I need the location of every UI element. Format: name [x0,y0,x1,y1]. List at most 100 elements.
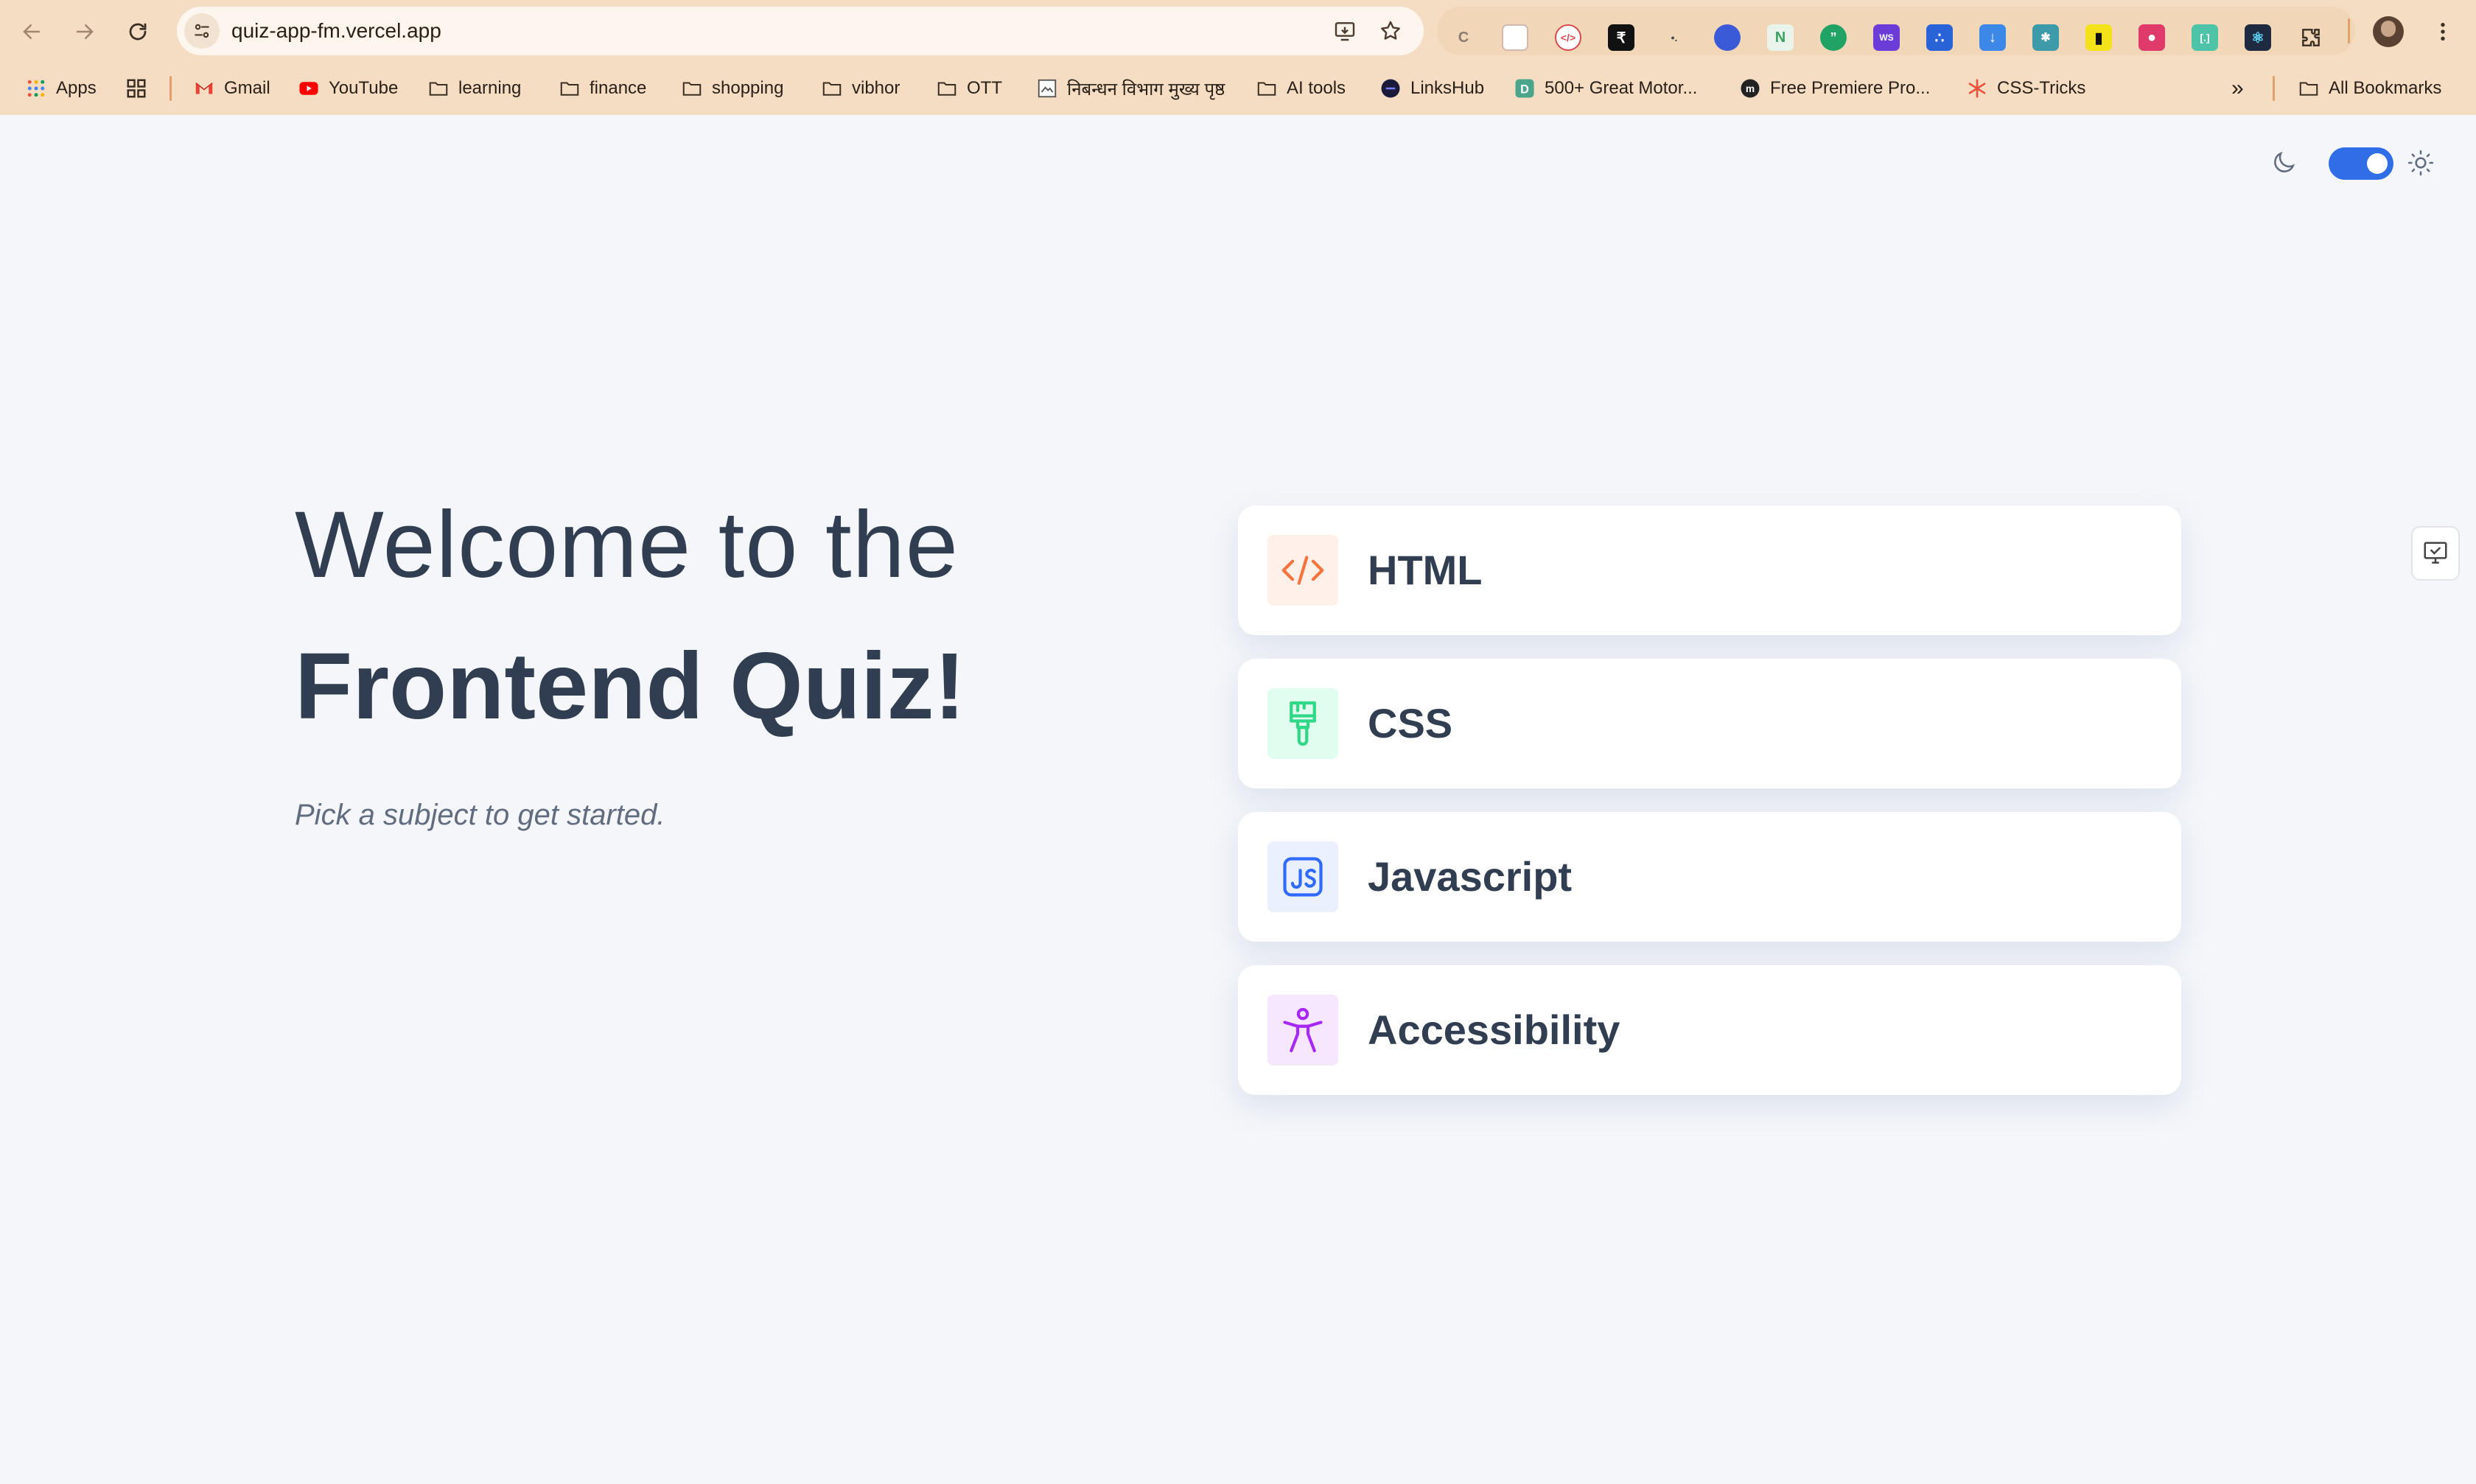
extension-icon-7[interactable]: N [1767,24,1794,51]
extension-icon-3[interactable]: </> [1555,24,1581,51]
folder-icon [559,77,581,99]
react-devtools-icon[interactable]: ⚛ [2245,24,2271,51]
subject-html-button[interactable]: HTML [1238,505,2181,635]
extension-icon-8[interactable]: ” [1820,24,1847,51]
site-info-button[interactable] [184,13,220,49]
extensions-puzzle-icon[interactable] [2298,24,2324,51]
folder-icon [936,77,958,99]
bookmark-folder-shopping[interactable]: shopping [681,71,783,106]
tune-icon [195,24,209,38]
site-icon [1036,77,1058,99]
bookmark-folder-learning[interactable]: learning [427,71,521,106]
url-text[interactable]: quiz-app-fm.vercel.app [231,7,441,55]
linkshub-icon [1379,77,1402,99]
bookmark-youtube[interactable]: YouTube [298,71,398,106]
bookmark-premiere[interactable]: m Free Premiere Pro... [1739,71,1930,106]
extension-icon-1[interactable]: C [1450,24,1477,51]
browser-chrome: quiz-app-fm.vercel.app C </> ₹ •. N ” WS… [0,0,2476,115]
switch-knob [2367,153,2388,174]
subject-css-button[interactable]: CSS [1238,659,2181,788]
reload-button[interactable] [119,13,156,50]
apps-grid-icon [25,77,47,99]
bookmark-label: 500+ Great Motor... [1545,78,1698,98]
extension-icon-2[interactable] [1502,24,1528,51]
subject-accessibility-button[interactable]: Accessibility [1238,965,2181,1095]
extension-icon-10[interactable]: ∴ [1926,24,1953,51]
bookmark-css-tricks[interactable]: CSS-Tricks [1966,71,2085,106]
extension-icon-14[interactable]: ● [2138,24,2165,51]
extension-icon-13[interactable]: ▮ [2085,24,2112,51]
bookmarks-divider [169,76,172,101]
bookmark-gmail[interactable]: Gmail [193,71,270,106]
bookmark-label: Apps [56,78,97,98]
all-bookmarks-button[interactable]: All Bookmarks [2298,71,2441,106]
bookmark-linkshub[interactable]: LinksHub [1379,71,1484,106]
bookmark-label: Free Premiere Pro... [1770,78,1931,98]
bookmark-label: Gmail [224,78,270,98]
bookmark-label: vibhor [852,78,900,98]
gmail-icon [193,77,215,99]
paintbrush-icon [1267,688,1338,759]
subject-label: Accessibility [1368,1007,1620,1053]
bookmark-label: finance [590,78,647,98]
subject-javascript-button[interactable]: Javascript [1238,812,2181,942]
html-code-icon [1267,535,1338,606]
dark-mode-switch[interactable] [2329,147,2393,180]
extension-icon-9[interactable]: WS [1873,24,1900,51]
extension-icon-12[interactable]: ✱ [2032,24,2059,51]
back-arrow-icon [23,24,41,39]
more-bookmarks-button[interactable]: » [2231,71,2244,106]
forward-arrow-icon [76,24,94,39]
quiz-page: Welcome to the Frontend Quiz! Pick a sub… [0,115,2476,1484]
css-tricks-icon [1966,77,1988,99]
bookmark-folder-finance[interactable]: finance [559,71,646,106]
bookmark-folder-ott[interactable]: OTT [936,71,1002,106]
subject-list: HTML CSS Javascript Accessibility [1238,505,2181,1119]
moon-icon [2274,151,2295,172]
browser-menu-button[interactable] [2424,13,2461,50]
svg-text:m: m [1746,83,1755,94]
toolbar-divider [2348,18,2350,43]
forward-button[interactable] [66,13,103,50]
site-icon: D [1514,77,1536,99]
profile-avatar[interactable] [2373,16,2404,47]
welcome-heading: Welcome to the [295,492,959,598]
bookmark-apps[interactable]: Apps [25,71,97,106]
subject-label: Javascript [1368,853,1573,900]
site-icon: m [1739,77,1761,99]
folder-icon [821,77,843,99]
bookmark-label: निबन्धन विभाग मुख्य पृष्ठ [1067,79,1225,99]
folder-icon [2298,77,2320,99]
theme-toggle [2270,144,2435,181]
address-bar[interactable]: quiz-app-fm.vercel.app [177,7,1424,55]
bookmark-folder-vibhor[interactable]: vibhor [821,71,900,106]
bookmark-star-icon[interactable] [1377,17,1405,45]
side-widget-button[interactable] [2411,526,2460,581]
kebab-menu-icon [2441,23,2445,41]
bookmark-grid[interactable] [125,71,156,106]
accessibility-icon [1267,995,1338,1065]
extension-icon-6[interactable] [1714,24,1741,51]
folder-icon [1256,77,1278,99]
bookmark-motor[interactable]: D 500+ Great Motor... [1514,71,1697,106]
bookmark-label: AI tools [1287,78,1346,98]
extension-icon-5[interactable]: •. [1661,24,1688,51]
sun-icon [2407,150,2434,176]
bookmarks-divider [2273,76,2275,101]
screenshot-icon [2424,542,2447,564]
back-button[interactable] [13,13,50,50]
bookmark-nibandhan[interactable]: निबन्धन विभाग मुख्य पृष्ठ [1036,71,1225,106]
svg-text:D: D [1520,83,1529,96]
extensions-area: C </> ₹ •. N ” WS ∴ ↓ ✱ ▮ ● [.] ⚛ [1437,7,2355,55]
extension-icon-4[interactable]: ₹ [1608,24,1634,51]
install-app-icon[interactable] [1331,17,1359,45]
bookmark-folder-ai-tools[interactable]: AI tools [1256,71,1346,106]
bookmarks-bar: Apps Gmail YouTube learning finance shop… [0,71,2476,106]
subject-label: CSS [1368,700,1453,746]
extension-icon-15[interactable]: [.] [2192,24,2218,51]
quiz-title: Frontend Quiz! [295,634,966,739]
youtube-icon [298,77,320,99]
extension-icon-11[interactable]: ↓ [1979,24,2006,51]
subtitle: Pick a subject to get started. [295,799,665,831]
bookmark-label: learning [458,78,522,98]
